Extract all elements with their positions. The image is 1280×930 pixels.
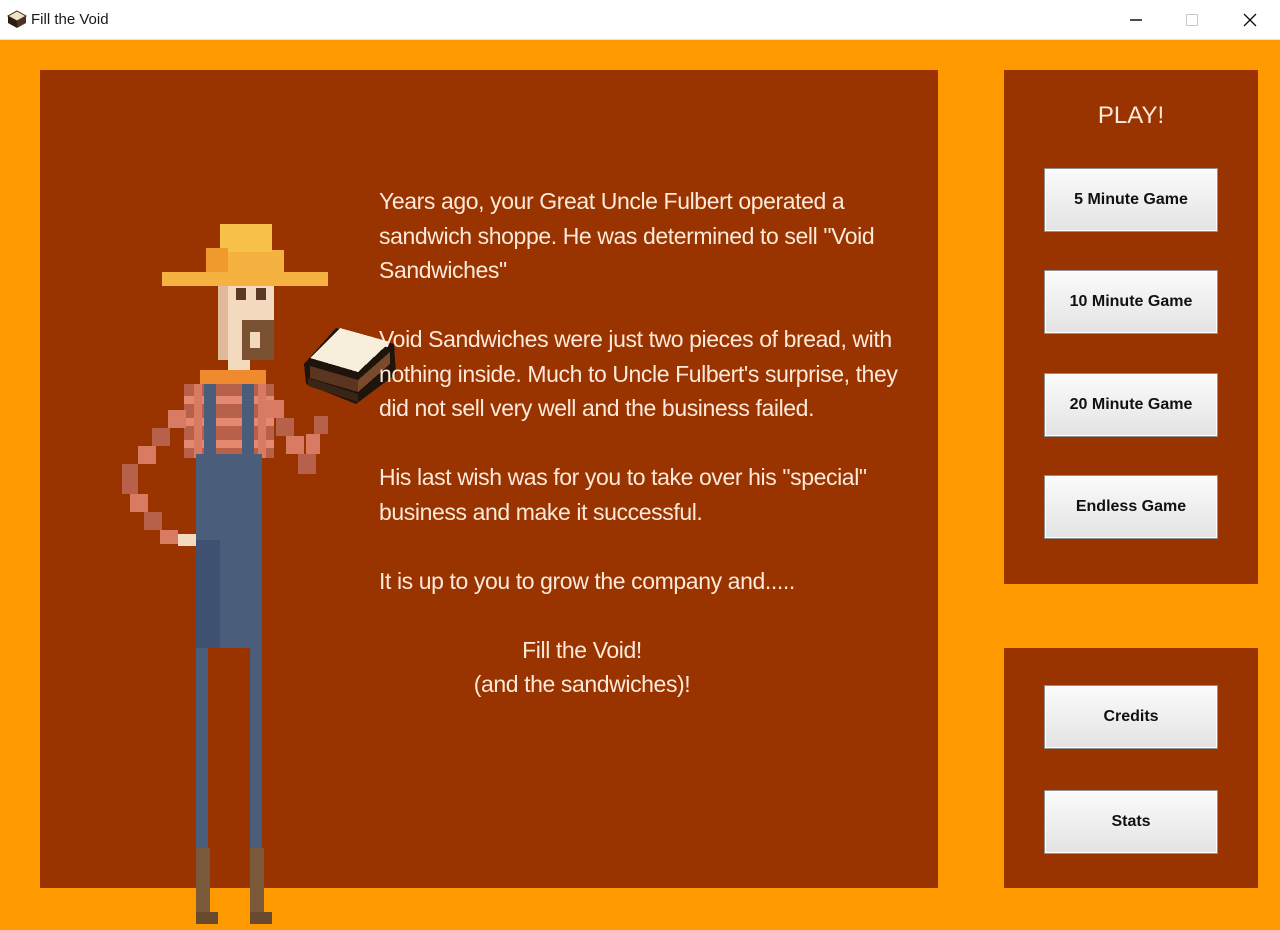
close-icon <box>1243 13 1257 27</box>
minimize-icon <box>1130 19 1142 21</box>
ten-minute-game-button[interactable]: 10 Minute Game <box>1044 270 1218 334</box>
play-heading: PLAY! <box>1097 102 1165 129</box>
uncle-fulbert-illustration <box>122 224 396 924</box>
closing-line: Fill the Void! <box>522 636 642 663</box>
story-paragraph: Void Sandwiches were just two pieces of … <box>379 326 898 421</box>
sandwich-icon <box>6 10 28 28</box>
story-paragraph: Years ago, your Great Uncle Fulbert oper… <box>379 188 875 283</box>
credits-button[interactable]: Credits <box>1044 685 1218 749</box>
window-title: Fill the Void <box>31 11 109 28</box>
five-minute-game-button[interactable]: 5 Minute Game <box>1044 168 1218 232</box>
play-panel: PLAY! 5 Minute Game 10 Minute Game 20 Mi… <box>1004 70 1258 584</box>
menu-panel: Credits Stats <box>1004 648 1258 888</box>
title-bar: Fill the Void <box>0 0 1280 40</box>
story-paragraph: It is up to you to grow the company and.… <box>379 567 795 594</box>
close-button[interactable] <box>1221 0 1279 40</box>
story-text: Years ago, your Great Uncle Fulbert oper… <box>379 184 899 702</box>
maximize-button[interactable] <box>1163 0 1221 40</box>
twenty-minute-game-button[interactable]: 20 Minute Game <box>1044 373 1218 437</box>
maximize-icon <box>1186 14 1198 26</box>
stats-button[interactable]: Stats <box>1044 790 1218 854</box>
story-paragraph: His last wish was for you to take over h… <box>379 464 867 525</box>
story-panel: Years ago, your Great Uncle Fulbert oper… <box>40 70 938 924</box>
minimize-button[interactable] <box>1107 0 1165 40</box>
endless-game-button[interactable]: Endless Game <box>1044 475 1218 539</box>
closing-subline: (and the sandwiches)! <box>473 671 691 697</box>
